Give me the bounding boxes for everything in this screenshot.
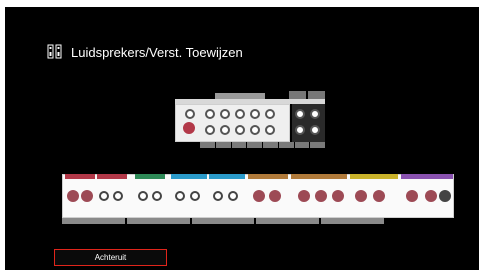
preout-jack [220,125,230,135]
speaker-terminal-front [81,190,93,202]
preout-jack [265,109,275,119]
zone-output-labels [289,91,325,99]
speaker-terminal-h2 [406,190,418,202]
speaker-terminal-sb [269,190,281,202]
preout-jack [205,125,215,135]
surround-b-header [209,174,245,179]
height2-header [401,174,453,179]
speaker-terminal [175,191,185,201]
zone-jack [295,109,305,119]
speaker-terminal-sb [298,190,310,202]
surround-a-header [171,174,207,179]
back-button[interactable]: Achteruit [54,249,167,266]
speaker-terminal-sb [253,190,265,202]
front-a-header [65,174,95,179]
preout-panel-diagram [175,89,325,157]
speaker-terminal-diagram [62,174,454,218]
speaker-terminal [113,191,123,201]
speaker-terminal-h2 [439,190,451,202]
zone-jack [295,125,305,135]
speaker-config-icon [47,44,62,59]
preout-jack-front [183,122,195,134]
surround-back-header [248,174,288,179]
zone-jack [310,125,320,135]
preout-jack [250,109,260,119]
speaker-terminal [99,191,109,201]
speaker-terminal [190,191,200,201]
page-header: Luidsprekers/Verst. Toewijzen [47,44,243,60]
preout-channel-labels [200,142,325,148]
height1-header [350,174,398,179]
speaker-terminal-sb [332,190,344,202]
surround-back-2-header [291,174,347,179]
speaker-terminal [138,191,148,201]
speaker-terminal-h1 [373,190,385,202]
preout-jack [220,109,230,119]
speaker-terminal-h2 [425,190,437,202]
speaker-terminal-h1 [355,190,367,202]
preout-jack [205,109,215,119]
speaker-terminal-front [67,190,79,202]
zone-jack [310,109,320,119]
setup-screen: Luidsprekers/Verst. Toewijzen Achteruit [5,7,479,270]
speaker-terminal [152,191,162,201]
preout-jack [235,125,245,135]
speaker-terminal [228,191,238,201]
preout-jack [265,125,275,135]
speaker-group-labels [62,218,384,224]
preout-jack [235,109,245,119]
speaker-terminal [213,191,223,201]
center-header [135,174,165,179]
preout-jack [185,109,195,119]
speaker-terminal-sb [315,190,327,202]
page-title: Luidsprekers/Verst. Toewijzen [71,44,243,60]
preout-jack [250,125,260,135]
front-b-header [97,174,127,179]
